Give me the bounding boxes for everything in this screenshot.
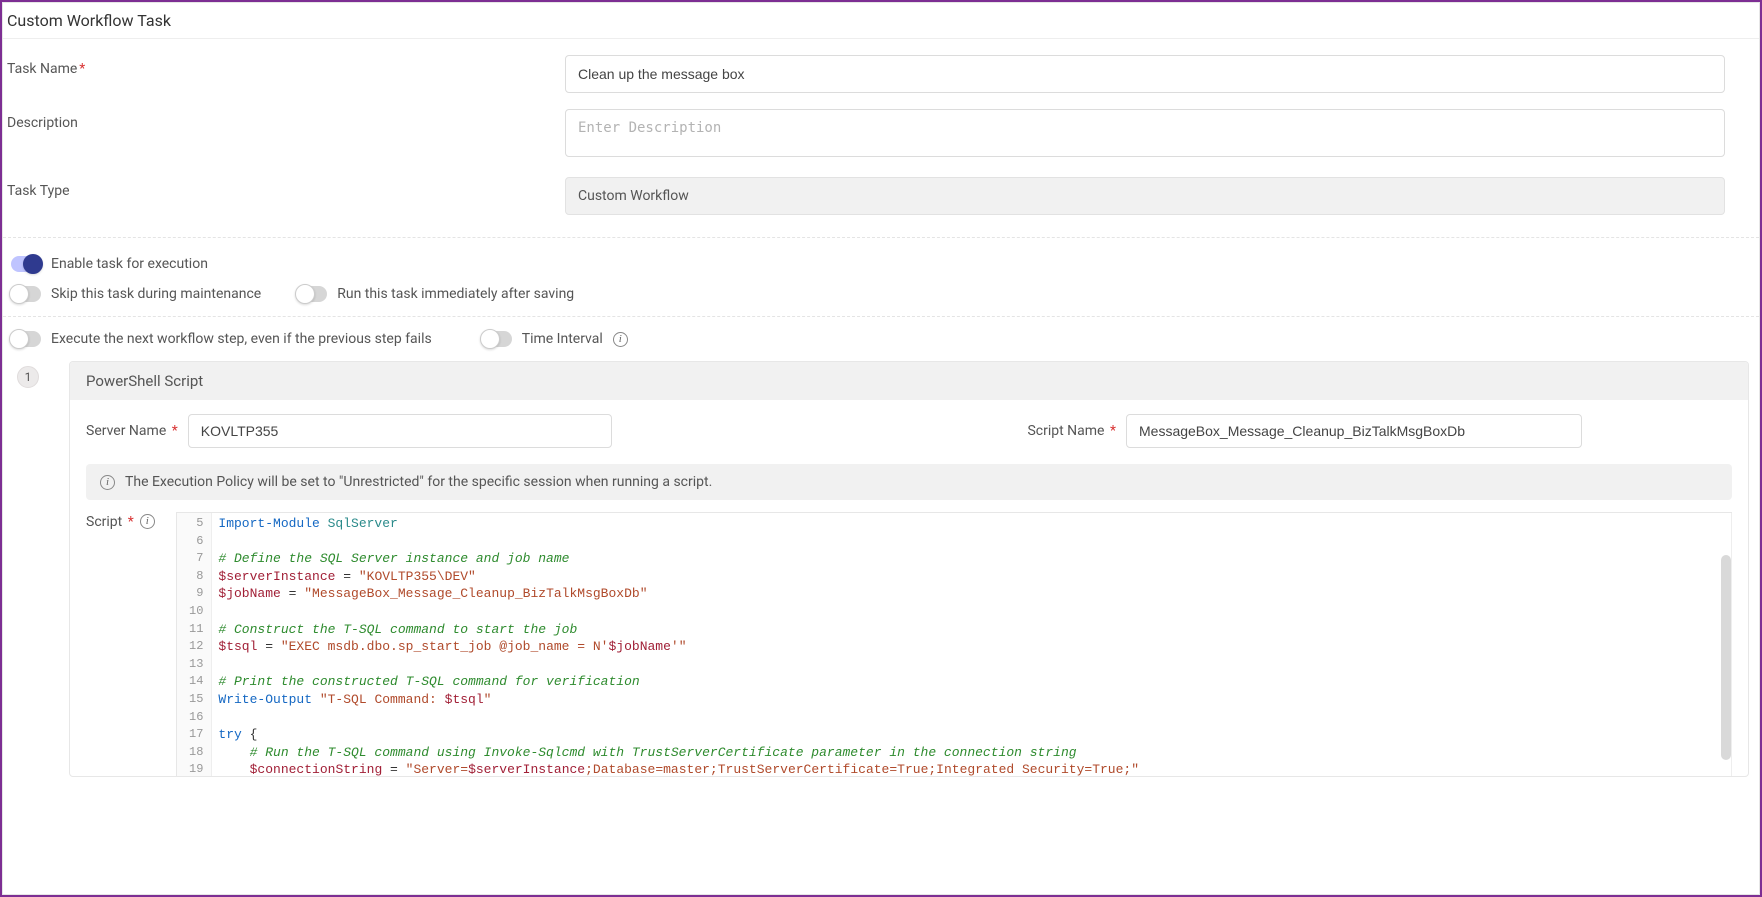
execute-next-label: Execute the next workflow step, even if … — [51, 331, 432, 347]
script-code-editor[interactable]: 5 6 7 8 9 10 11 12 13 14 15 16 17 18 19 … — [176, 512, 1732, 776]
script-name-label: Script Name * — [1027, 423, 1116, 439]
scrollbar-track[interactable] — [1720, 513, 1732, 776]
skip-maintenance-label: Skip this task during maintenance — [51, 286, 261, 302]
run-immediately-toggle[interactable] — [297, 286, 327, 302]
page-title: Custom Workflow Task — [3, 3, 1759, 38]
task-name-label: Task Name* — [7, 55, 565, 77]
enable-task-toggle[interactable] — [11, 256, 41, 272]
description-textarea[interactable] — [565, 109, 1725, 157]
task-type-label: Task Type — [7, 177, 565, 199]
script-label: Script * — [86, 514, 134, 530]
server-name-input[interactable] — [188, 414, 612, 448]
info-icon[interactable]: i — [140, 514, 155, 529]
server-name-label: Server Name * — [86, 423, 178, 439]
description-label: Description — [7, 109, 565, 131]
execute-next-toggle[interactable] — [11, 331, 41, 347]
info-icon: i — [100, 475, 115, 490]
step-number-badge: 1 — [17, 366, 39, 388]
time-interval-label: Time Interval — [522, 331, 603, 347]
enable-task-label: Enable task for execution — [51, 256, 208, 272]
scrollbar-thumb[interactable] — [1721, 555, 1731, 760]
task-type-value: Custom Workflow — [565, 177, 1725, 215]
execution-policy-notice: i The Execution Policy will be set to "U… — [86, 464, 1732, 500]
run-immediately-label: Run this task immediately after saving — [337, 286, 574, 302]
time-interval-toggle[interactable] — [482, 331, 512, 347]
step-header: PowerShell Script — [70, 362, 1748, 400]
script-name-input[interactable] — [1126, 414, 1582, 448]
code-content[interactable]: Import-Module SqlServer # Define the SQL… — [212, 513, 1732, 776]
info-icon[interactable]: i — [613, 332, 628, 347]
skip-maintenance-toggle[interactable] — [11, 286, 41, 302]
task-name-input[interactable] — [565, 55, 1725, 93]
code-gutter: 5 6 7 8 9 10 11 12 13 14 15 16 17 18 19 — [177, 513, 212, 776]
